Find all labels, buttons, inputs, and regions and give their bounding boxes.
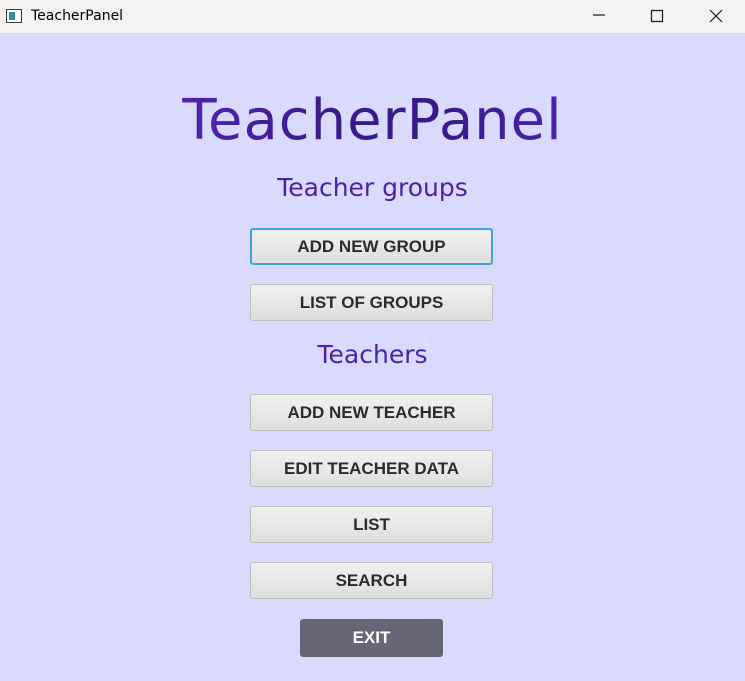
add-new-teacher-button[interactable]: ADD NEW TEACHER — [250, 394, 493, 431]
edit-teacher-data-button[interactable]: EDIT TEACHER DATA — [250, 450, 493, 487]
exit-button[interactable]: EXIT — [300, 619, 443, 657]
list-button[interactable]: LIST — [250, 506, 493, 543]
search-button[interactable]: SEARCH — [250, 562, 493, 599]
title-bar[interactable]: TeacherPanel — [0, 0, 745, 33]
maximize-button[interactable] — [628, 0, 686, 33]
section-title-teachers: Teachers — [317, 340, 428, 369]
app-window-icon — [6, 9, 22, 23]
list-of-groups-button[interactable]: LIST OF GROUPS — [250, 284, 493, 321]
minimize-button[interactable] — [570, 0, 628, 33]
minimize-icon — [593, 14, 605, 16]
close-icon — [709, 9, 723, 23]
main-panel: TeacherPanel Teacher groups ADD NEW GROU… — [0, 33, 745, 681]
add-new-group-button[interactable]: ADD NEW GROUP — [250, 228, 493, 265]
section-title-groups: Teacher groups — [277, 173, 468, 202]
window-title: TeacherPanel — [31, 8, 124, 24]
app-window: TeacherPanel TeacherPanel Teacher groups… — [0, 0, 745, 681]
maximize-icon — [650, 9, 664, 23]
page-title: TeacherPanel — [0, 81, 745, 161]
close-button[interactable] — [687, 0, 745, 33]
